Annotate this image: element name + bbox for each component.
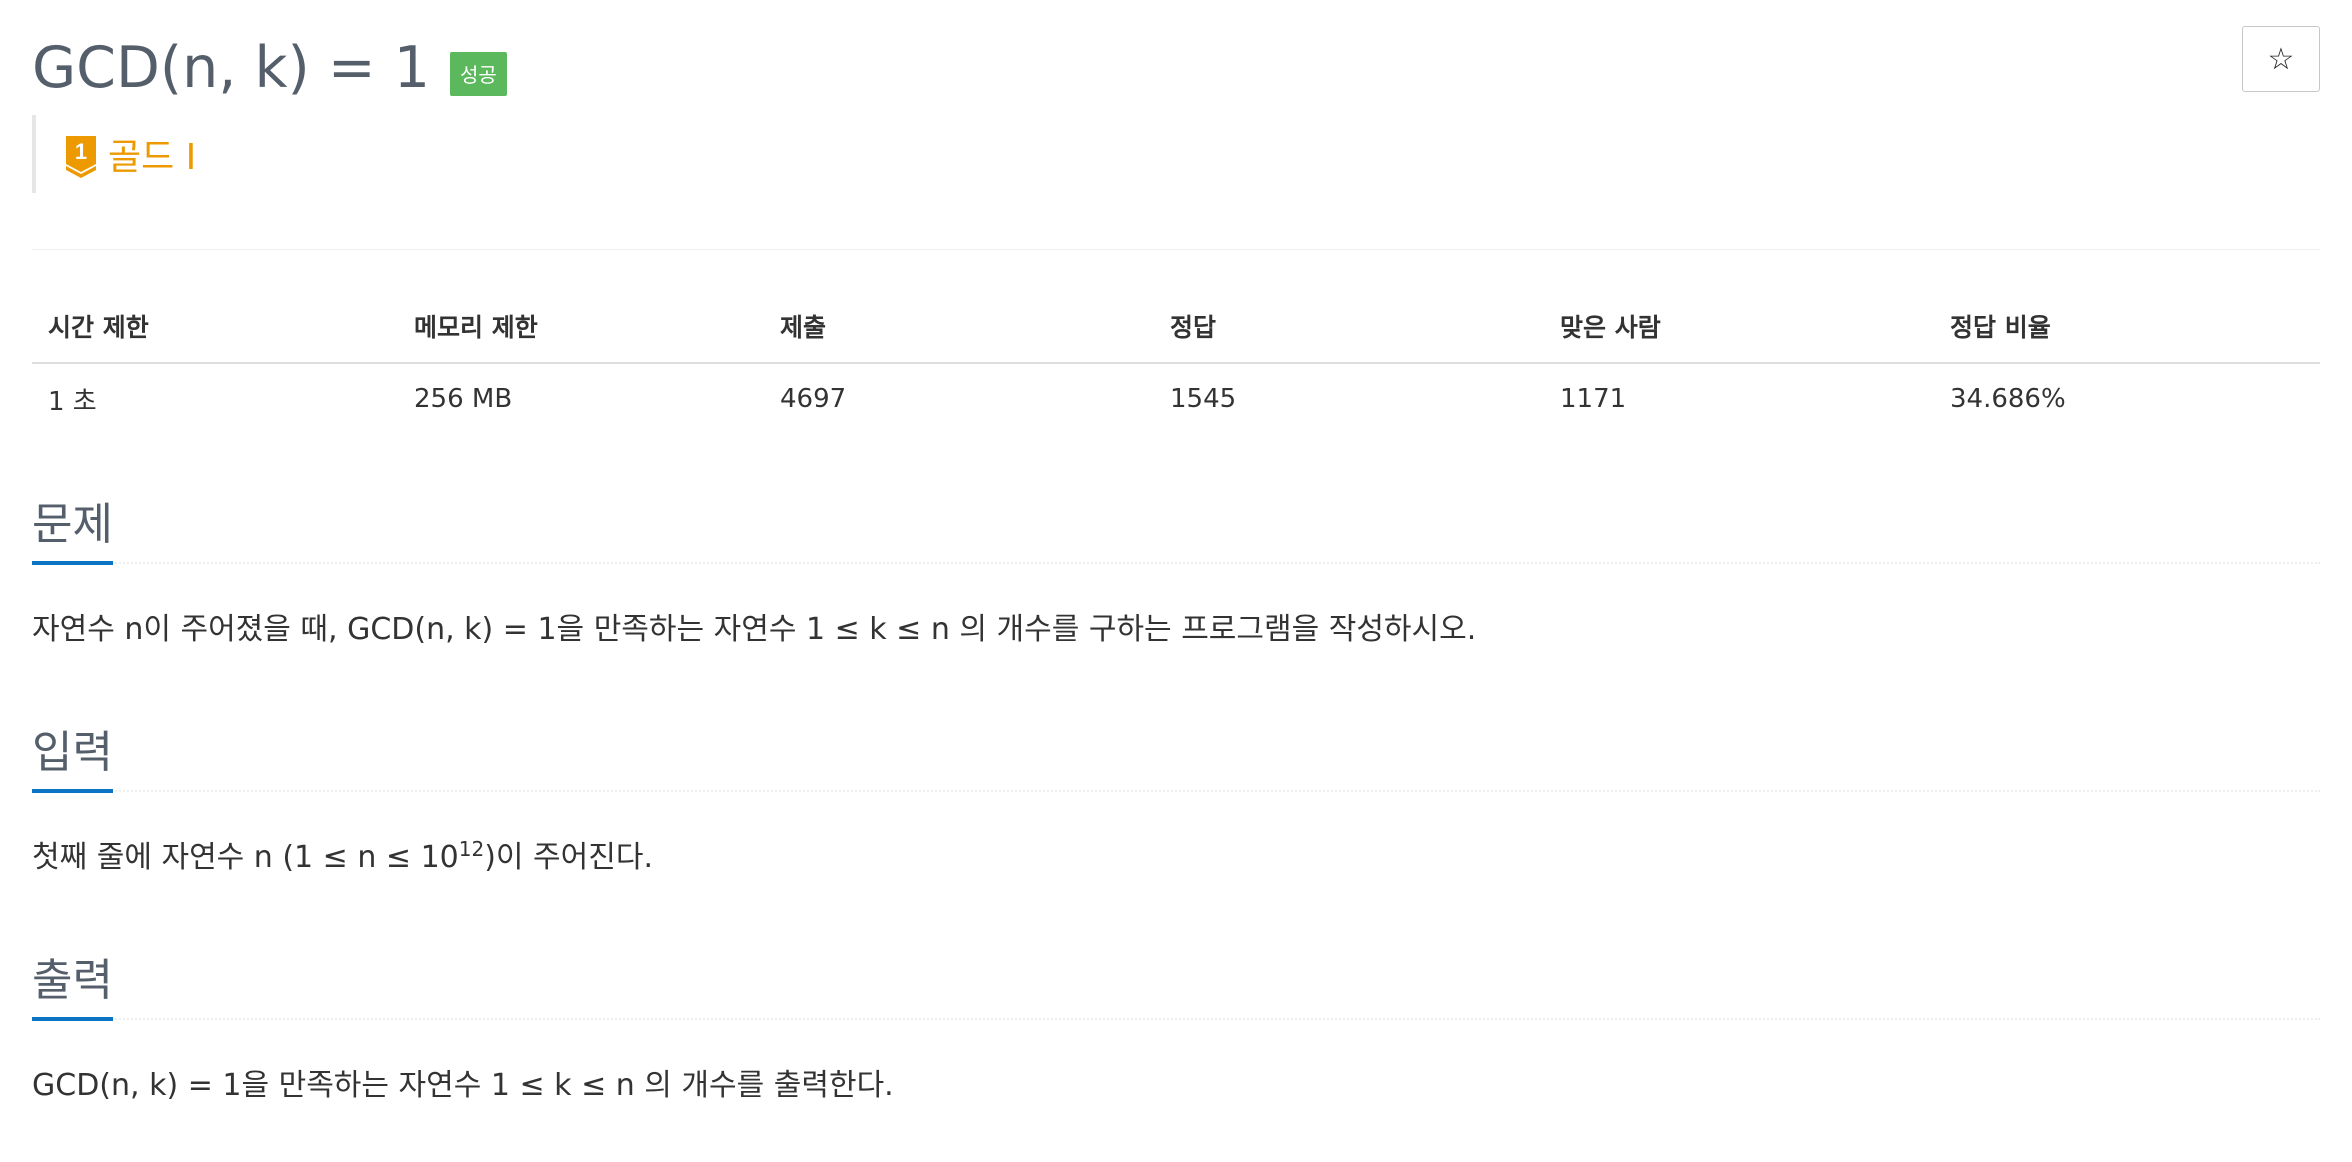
value-accepted[interactable]: 1545 xyxy=(1154,384,1544,414)
section-description: 문제 자연수 n이 주어졌을 때, GCD(n, k) = 1을 만족하는 자연… xyxy=(32,490,2320,647)
problem-title: GCD(n, k) = 1 xyxy=(32,35,430,101)
header-solved-users: 맞은 사람 xyxy=(1560,313,1661,342)
svg-text:1: 1 xyxy=(75,139,87,164)
header-memory-limit: 메모리 제한 xyxy=(414,313,538,342)
status-badge: 성공 xyxy=(449,52,507,96)
section-body: 자연수 n이 주어졌을 때, GCD(n, k) = 1을 만족하는 자연수 1… xyxy=(32,612,1477,647)
value-memory-limit: 256 MB xyxy=(414,384,513,414)
table-row: 1 초 256 MB 4697 1545 1171 34.686% xyxy=(32,364,2320,434)
value-submissions[interactable]: 4697 xyxy=(764,384,1154,414)
header-time-limit: 시간 제한 xyxy=(48,313,149,342)
header-submissions: 제출 xyxy=(780,313,827,342)
section-heading: 출력 xyxy=(32,946,2320,1021)
gold-tier-icon: 1 xyxy=(66,136,96,178)
section-heading-title: 문제 xyxy=(32,499,113,565)
section-output: 출력 GCD(n, k) = 1을 만족하는 자연수 1 ≤ k ≤ n 의 개… xyxy=(32,946,2320,1103)
section-input: 입력 첫째 줄에 자연수 n (1 ≤ n ≤ 1012)이 주어진다. xyxy=(32,718,2320,875)
star-icon: ☆ xyxy=(2267,41,2295,77)
value-time-limit: 1 초 xyxy=(48,386,97,417)
header-accepted: 정답 xyxy=(1170,313,1217,342)
tier-block: 1 골드 I xyxy=(32,115,196,193)
section-heading-title: 출력 xyxy=(32,955,113,1021)
section-body: 첫째 줄에 자연수 n (1 ≤ n ≤ 1012)이 주어진다. xyxy=(32,837,653,875)
section-heading-title: 입력 xyxy=(32,727,113,793)
title-row: GCD(n, k) = 1 성공 xyxy=(32,30,507,100)
problem-info-table: 시간 제한 메모리 제한 제출 정답 맞은 사람 정답 비율 1 초 256 M… xyxy=(32,290,2320,434)
tier-label[interactable]: 골드 I xyxy=(108,128,196,180)
section-body: GCD(n, k) = 1을 만족하는 자연수 1 ≤ k ≤ n 의 개수를 … xyxy=(32,1068,894,1103)
header-accept-ratio: 정답 비율 xyxy=(1950,313,2051,342)
table-header-row: 시간 제한 메모리 제한 제출 정답 맞은 사람 정답 비율 xyxy=(32,290,2320,364)
value-solved-users[interactable]: 1171 xyxy=(1544,384,1934,414)
divider xyxy=(32,249,2320,250)
section-heading: 입력 xyxy=(32,718,2320,793)
value-accept-ratio: 34.686% xyxy=(1950,384,2066,414)
section-heading: 문제 xyxy=(32,490,2320,565)
favorite-star-button[interactable]: ☆ xyxy=(2242,26,2320,92)
